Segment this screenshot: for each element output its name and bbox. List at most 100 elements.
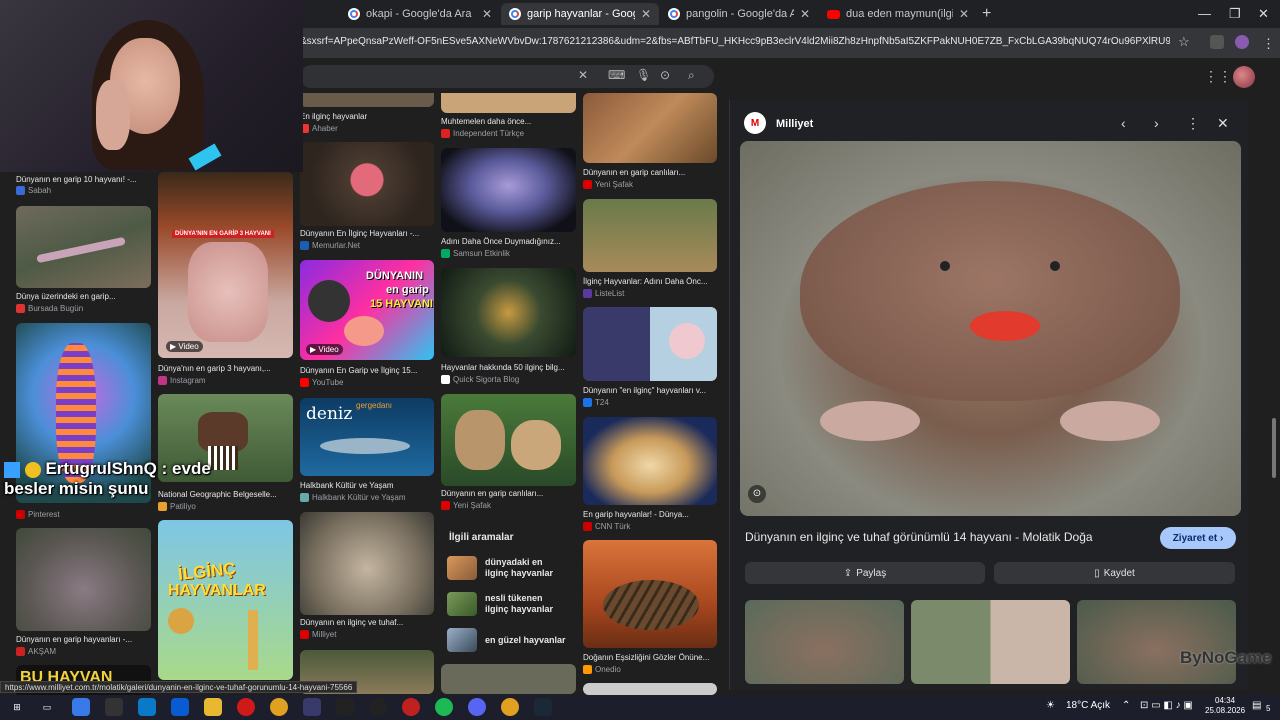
related-item[interactable]: dünyadaki en ilginç hayvanlar xyxy=(447,556,565,580)
close-icon[interactable]: ✕ xyxy=(800,7,810,21)
result-image[interactable] xyxy=(441,394,576,486)
related-item[interactable]: en güzel hayvanlar xyxy=(447,628,575,652)
preview-title[interactable]: Dünyanın en ilginç ve tuhaf görünümlü 14… xyxy=(745,530,1093,544)
epic-icon[interactable] xyxy=(336,698,354,716)
clock[interactable]: 04:34 25.08.2026 xyxy=(1205,696,1245,716)
result-caption[interactable]: Dünyanın en garip 10 hayvanı! -... xyxy=(16,175,137,184)
result-image[interactable] xyxy=(441,148,576,232)
result-image[interactable] xyxy=(441,268,576,357)
close-icon[interactable]: ✕ xyxy=(1217,115,1229,132)
tray-overflow-icon[interactable]: ⌃ xyxy=(1122,700,1130,711)
panel-source[interactable]: Milliyet xyxy=(776,118,813,130)
result-caption[interactable]: İlginç Hayvanlar: Adını Daha Önc... xyxy=(583,277,708,286)
photos-icon[interactable] xyxy=(303,698,321,716)
discord-icon[interactable] xyxy=(468,698,486,716)
close-icon[interactable]: ✕ xyxy=(641,7,651,21)
result-image[interactable] xyxy=(583,540,717,648)
tab-dua-eden-maymun[interactable]: dua eden maymun(ilginç sesler ✕ xyxy=(819,3,977,25)
windows-start-icon[interactable]: ⊞ xyxy=(8,698,26,716)
result-caption[interactable]: Dünyanın en ilginç ve tuhaf... xyxy=(300,618,403,627)
result-image[interactable] xyxy=(441,664,576,694)
save-button[interactable]: ▯ Kaydet xyxy=(994,562,1235,584)
result-image[interactable]: deniz gergedanı xyxy=(300,398,434,476)
url-field[interactable]: &sxsrf=APpeQnsaPzWeff-OF5nESve5AXNeWVbvD… xyxy=(300,36,1170,47)
result-caption[interactable]: Adını Daha Önce Duymadığınız... xyxy=(441,237,561,246)
weather-text[interactable]: 18°C Açık xyxy=(1066,700,1110,711)
result-image[interactable] xyxy=(300,512,434,615)
result-image[interactable] xyxy=(300,142,434,226)
media-icon[interactable] xyxy=(1210,35,1224,49)
related-image[interactable] xyxy=(911,600,1070,684)
result-image[interactable]: DÜNYA'NIN EN GARİP 3 HAYVANI xyxy=(158,172,293,358)
bookmark-star-icon[interactable]: ☆ xyxy=(1178,34,1190,50)
result-caption[interactable]: Dünyanın en garip hayvanları -... xyxy=(16,635,132,644)
task-view-icon[interactable]: ▭ xyxy=(38,698,56,716)
chrome-active-icon[interactable] xyxy=(501,698,519,716)
next-icon[interactable]: › xyxy=(1154,115,1159,131)
store-icon[interactable] xyxy=(105,698,123,716)
result-caption[interactable]: Dünya üzerindeki en garip... xyxy=(16,292,116,301)
edge-icon[interactable] xyxy=(138,698,156,716)
folder-icon[interactable] xyxy=(204,698,222,716)
weather-icon[interactable]: ☀ xyxy=(1046,700,1055,711)
related-image[interactable] xyxy=(1077,600,1236,684)
clear-icon[interactable]: ✕ xyxy=(578,68,588,82)
result-image[interactable] xyxy=(441,93,576,113)
menu-dots-icon[interactable]: ⋮ xyxy=(1262,36,1275,52)
lens-icon[interactable]: ⊙ xyxy=(660,68,670,82)
search-icon[interactable]: ⌕ xyxy=(688,68,695,83)
tab-pangolin[interactable]: pangolin - Google'da Ara ✕ xyxy=(660,3,818,25)
spotify-icon[interactable] xyxy=(435,698,453,716)
result-caption[interactable]: Dünyanın en garip canlıları... xyxy=(441,489,543,498)
search-input[interactable] xyxy=(300,65,714,88)
share-button[interactable]: ⇪ Paylaş xyxy=(745,562,985,584)
tray-icons[interactable]: ⊡ ▭ ◧ ♪ ▣ xyxy=(1140,700,1193,711)
app-icon[interactable] xyxy=(402,698,420,716)
result-caption[interactable]: En garip hayvanlar! - Dünya... xyxy=(583,510,689,519)
result-caption[interactable]: Dünya'nın en garip 3 hayvanı,... xyxy=(158,364,271,373)
result-image[interactable] xyxy=(583,417,717,505)
avatar[interactable] xyxy=(1233,66,1255,88)
result-caption[interactable]: Hayvanlar hakkında 50 ilginç bilg... xyxy=(441,363,565,372)
profile-icon[interactable] xyxy=(1235,35,1249,49)
close-icon[interactable]: ✕ xyxy=(482,7,492,21)
close-window-icon[interactable]: ✕ xyxy=(1258,6,1269,22)
chrome-icon[interactable] xyxy=(270,698,288,716)
more-options-icon[interactable]: ⋮ xyxy=(1186,115,1200,132)
result-image[interactable] xyxy=(583,307,717,381)
lens-icon[interactable]: ⊙ xyxy=(748,485,766,503)
result-image[interactable] xyxy=(583,199,717,272)
result-caption[interactable]: Dünyanın "en ilginç" hayvanları v... xyxy=(583,386,706,395)
result-image[interactable] xyxy=(16,206,151,288)
result-image[interactable] xyxy=(583,93,717,163)
apps-grid-icon[interactable]: ⋮⋮ xyxy=(1204,68,1232,85)
result-caption[interactable]: Muhtemelen daha önce... xyxy=(441,117,531,126)
copilot-icon[interactable] xyxy=(72,698,90,716)
result-caption[interactable]: Dünyanın en garip canlıları... xyxy=(583,168,685,177)
result-caption[interactable]: Dünyanın En İlginç Hayvanları -... xyxy=(300,229,419,238)
scrollbar[interactable] xyxy=(1272,418,1276,478)
mail-icon[interactable] xyxy=(171,698,189,716)
preview-image[interactable] xyxy=(740,141,1241,516)
maximize-icon[interactable]: ❐ xyxy=(1229,6,1241,22)
steam-icon[interactable] xyxy=(534,698,552,716)
obs-icon[interactable] xyxy=(369,698,387,716)
result-caption[interactable]: Doğanın Eşsizliğini Gözler Önüne... xyxy=(583,653,709,662)
related-image[interactable] xyxy=(745,600,904,684)
result-caption[interactable]: Halkbank Kültür ve Yaşam xyxy=(300,481,394,490)
close-icon[interactable]: ✕ xyxy=(959,7,969,21)
result-caption[interactable]: Dünyanın En Garip ve İlginç 15... xyxy=(300,366,417,375)
visit-button[interactable]: Ziyaret et › xyxy=(1160,527,1236,549)
new-tab-button[interactable]: + xyxy=(982,5,991,23)
result-image[interactable] xyxy=(583,683,717,695)
notification-icon[interactable]: ▤ xyxy=(1252,700,1261,711)
tab-okapi[interactable]: okapi - Google'da Ara ✕ xyxy=(340,3,500,25)
result-image[interactable] xyxy=(16,528,151,631)
mic-icon[interactable]: 🎙 xyxy=(636,68,651,82)
result-image[interactable] xyxy=(300,93,434,107)
tab-garip-hayvanlar[interactable]: garip hayvanlar - Google'da Ara ✕ xyxy=(501,3,659,25)
opera-icon[interactable] xyxy=(237,698,255,716)
related-item[interactable]: nesli tükenen ilginç hayvanlar xyxy=(447,592,565,616)
prev-icon[interactable]: ‹ xyxy=(1121,115,1126,131)
minimize-icon[interactable]: — xyxy=(1198,6,1211,21)
